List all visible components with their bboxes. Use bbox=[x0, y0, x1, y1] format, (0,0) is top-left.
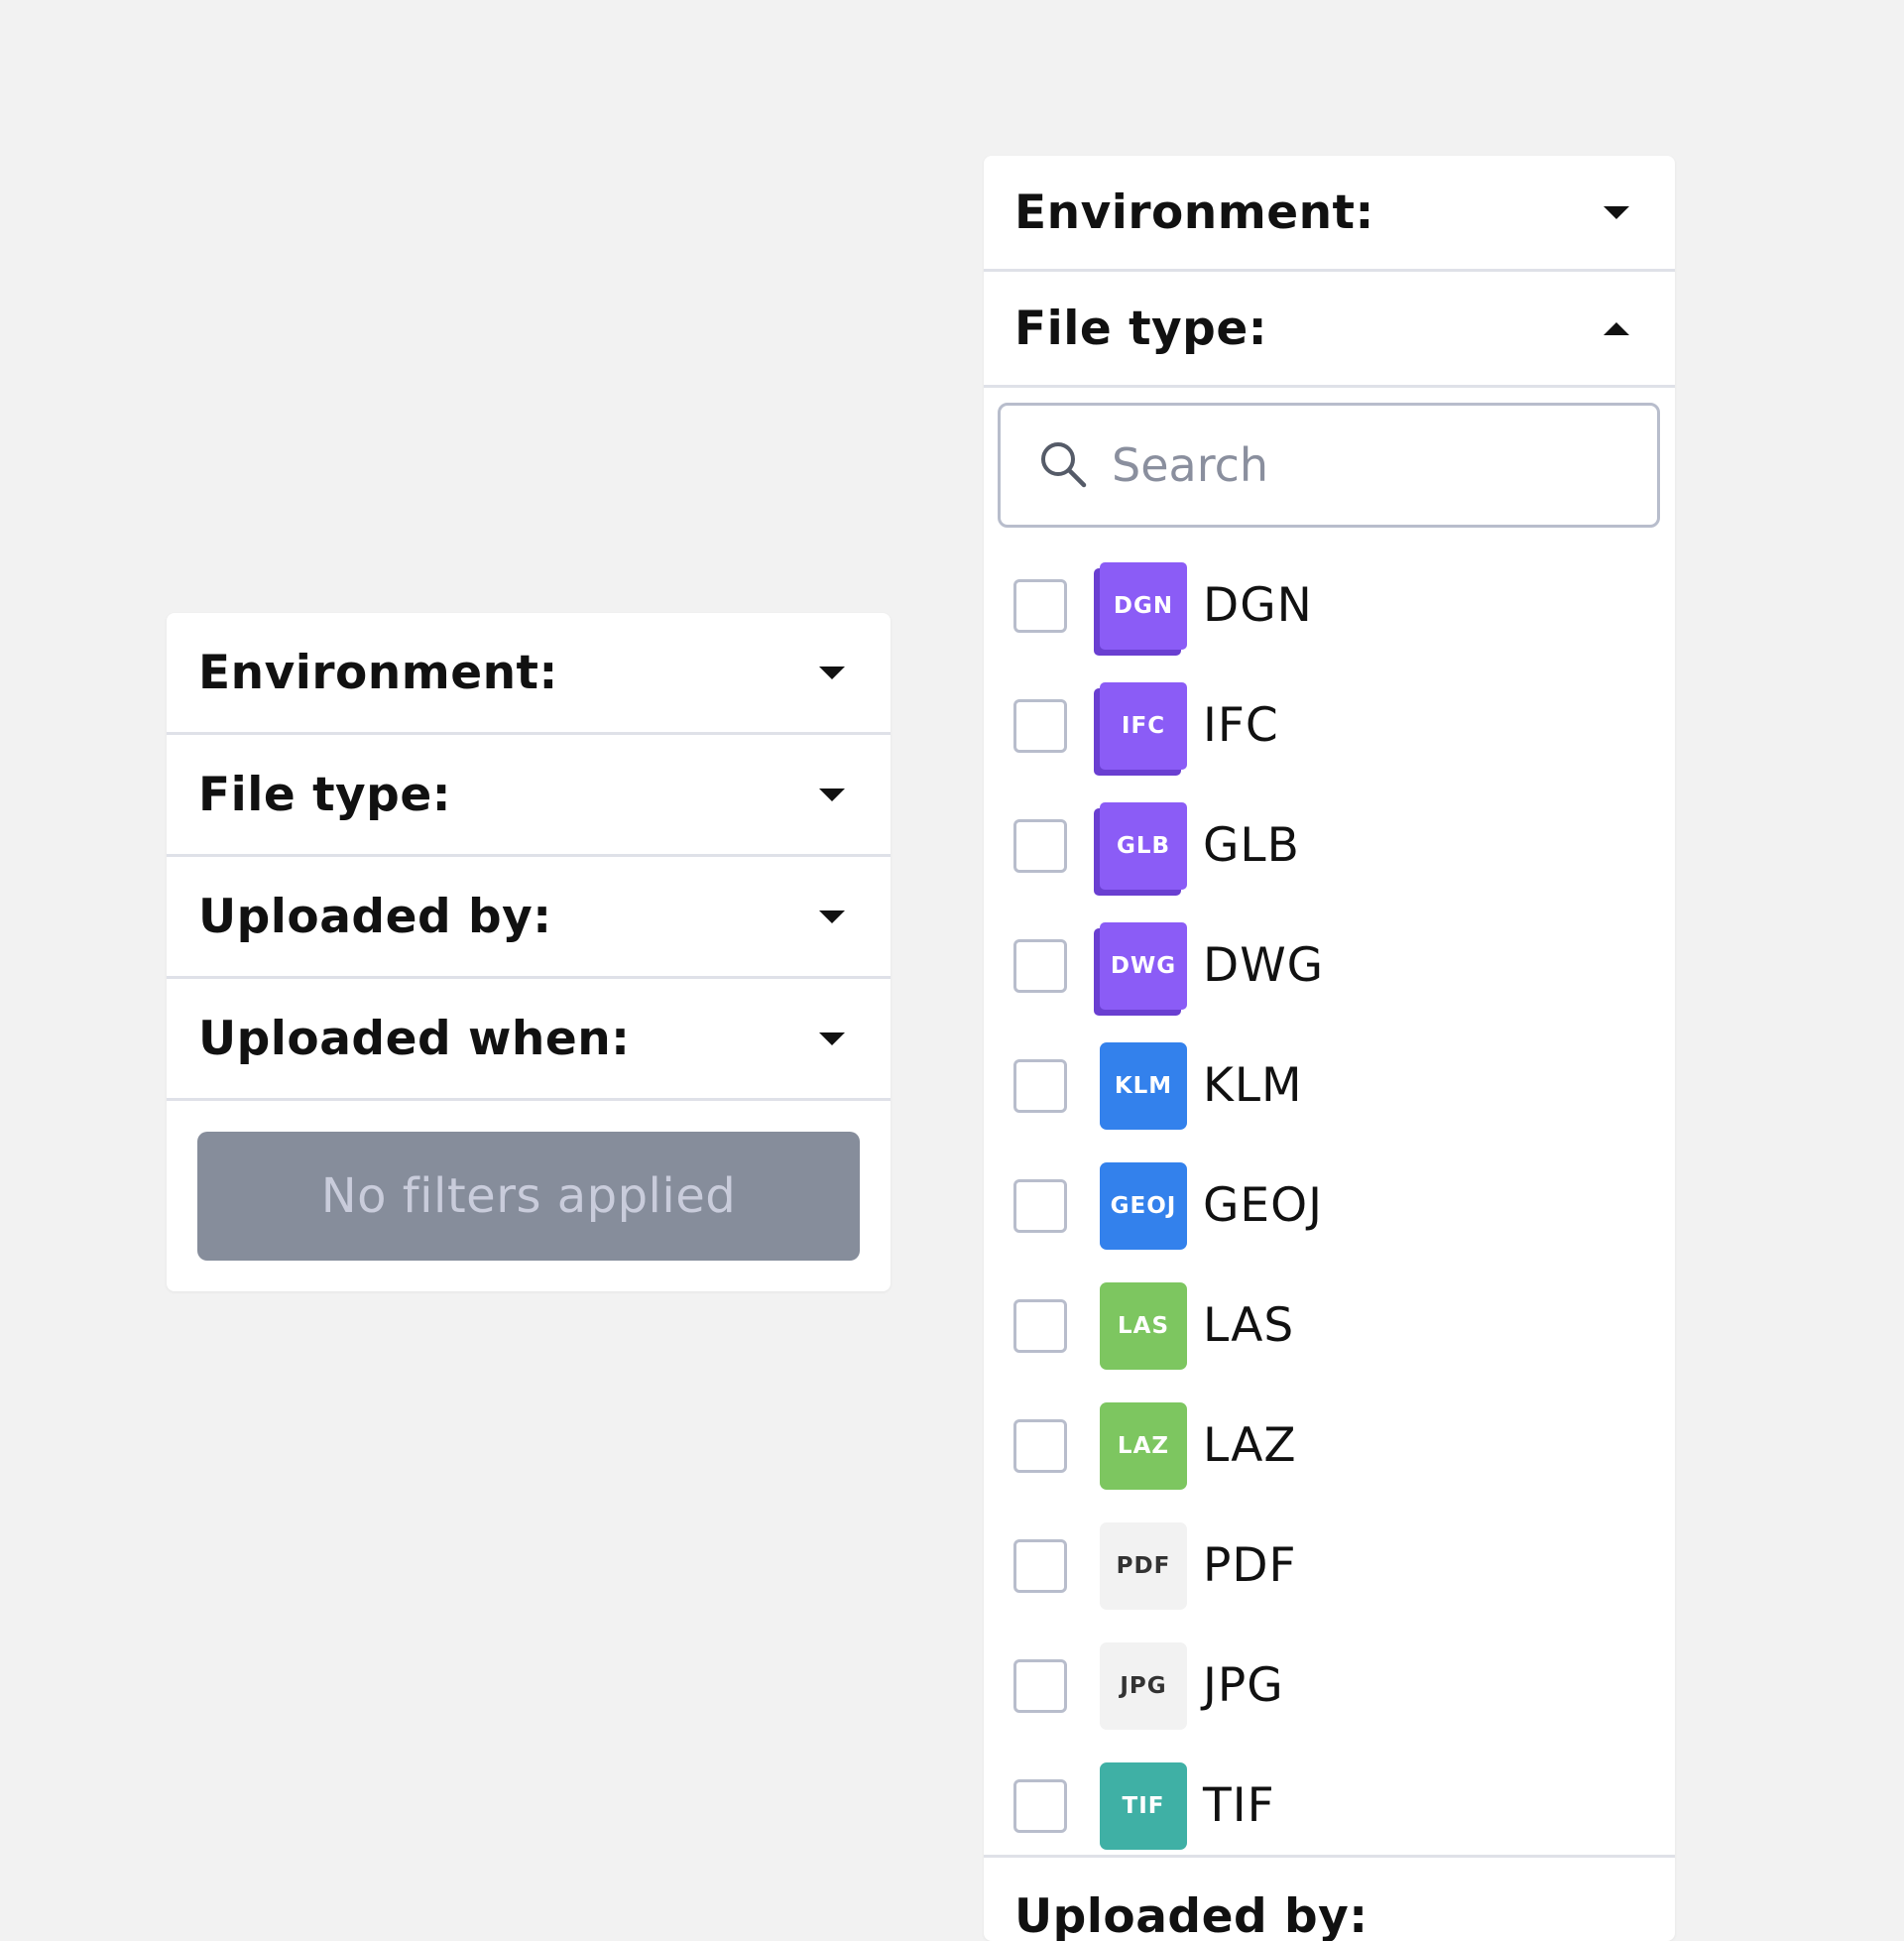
checkbox[interactable] bbox=[1013, 1538, 1067, 1593]
file-type-icon: IFC bbox=[1100, 681, 1187, 770]
file-type-icon: DWG bbox=[1100, 921, 1187, 1010]
file-type-label: DGN bbox=[1203, 578, 1313, 633]
file-type-label: TIF bbox=[1203, 1778, 1275, 1833]
chevron-down-icon bbox=[819, 788, 845, 801]
file-type-item-dgn[interactable]: DGN DGN bbox=[984, 546, 1675, 666]
file-type-label: DWG bbox=[1203, 938, 1325, 993]
filter-label: Uploaded when: bbox=[198, 1011, 631, 1066]
file-type-label: LAS bbox=[1203, 1298, 1295, 1353]
file-type-label: PDF bbox=[1203, 1538, 1297, 1593]
checkbox[interactable] bbox=[1013, 1058, 1067, 1113]
search-input[interactable] bbox=[1110, 437, 1629, 493]
filter-panel-collapsed: Environment: File type: Uploaded by: Upl… bbox=[167, 613, 891, 1291]
checkbox[interactable] bbox=[1013, 698, 1067, 753]
file-type-icon: LAZ bbox=[1100, 1401, 1187, 1490]
filter-file-type[interactable]: File type: bbox=[984, 272, 1675, 388]
chevron-up-icon bbox=[1604, 321, 1629, 335]
filter-environment[interactable]: Environment: bbox=[167, 613, 891, 735]
file-type-item-las[interactable]: LAS LAS bbox=[984, 1266, 1675, 1386]
chevron-down-icon bbox=[1604, 205, 1629, 219]
filter-environment[interactable]: Environment: bbox=[984, 156, 1675, 272]
file-type-item-geoj[interactable]: GEOJ GEOJ bbox=[984, 1146, 1675, 1266]
file-type-item-laz[interactable]: LAZ LAZ bbox=[984, 1386, 1675, 1506]
filter-label: Uploaded by: bbox=[198, 889, 552, 944]
file-type-item-glb[interactable]: GLB GLB bbox=[984, 786, 1675, 906]
file-type-icon: KLM bbox=[1100, 1041, 1187, 1130]
checkbox[interactable] bbox=[1013, 578, 1067, 633]
file-type-label: JPG bbox=[1203, 1658, 1284, 1713]
filter-label: Environment: bbox=[1014, 184, 1374, 240]
file-type-label: KLM bbox=[1203, 1058, 1303, 1113]
file-type-icon: JPG bbox=[1100, 1641, 1187, 1730]
file-type-item-pdf[interactable]: PDF PDF bbox=[984, 1506, 1675, 1626]
search-field[interactable] bbox=[998, 403, 1660, 528]
filter-uploaded-by-label[interactable]: Uploaded by: bbox=[1014, 1889, 1368, 1941]
chevron-down-icon bbox=[819, 910, 845, 923]
chevron-down-icon bbox=[819, 666, 845, 679]
no-filters-button: No filters applied bbox=[197, 1132, 860, 1261]
checkbox[interactable] bbox=[1013, 818, 1067, 873]
checkbox[interactable] bbox=[1013, 1298, 1067, 1353]
filter-label: File type: bbox=[198, 767, 451, 822]
search-icon bbox=[1041, 442, 1087, 488]
filter-uploaded-by[interactable]: Uploaded by: bbox=[167, 857, 891, 979]
chevron-down-icon bbox=[819, 1031, 845, 1045]
filter-label: Environment: bbox=[198, 645, 558, 700]
file-type-item-jpg[interactable]: JPG JPG bbox=[984, 1626, 1675, 1746]
checkbox[interactable] bbox=[1013, 1178, 1067, 1233]
file-type-label: LAZ bbox=[1203, 1418, 1297, 1473]
filter-label: File type: bbox=[1014, 301, 1267, 356]
file-type-item-dwg[interactable]: DWG DWG bbox=[984, 906, 1675, 1026]
file-type-item-tif[interactable]: TIF TIF bbox=[984, 1746, 1675, 1866]
filter-panel-expanded: Environment: File type: DGNDGNIFCIFCGLBG… bbox=[984, 156, 1675, 1941]
checkbox[interactable] bbox=[1013, 1658, 1067, 1713]
file-type-item-ifc[interactable]: IFC IFC bbox=[984, 666, 1675, 786]
checkbox[interactable] bbox=[1013, 938, 1067, 993]
file-type-label: GEOJ bbox=[1203, 1178, 1323, 1233]
file-type-icon: TIF bbox=[1100, 1761, 1187, 1850]
file-type-icon: LAS bbox=[1100, 1281, 1187, 1370]
file-type-icon: GLB bbox=[1100, 801, 1187, 890]
file-type-label: GLB bbox=[1203, 818, 1300, 873]
file-type-icon: GEOJ bbox=[1100, 1161, 1187, 1250]
filter-file-type[interactable]: File type: bbox=[167, 735, 891, 857]
file-type-label: IFC bbox=[1203, 698, 1279, 753]
filter-uploaded-when[interactable]: Uploaded when: bbox=[167, 979, 891, 1101]
file-type-icon: PDF bbox=[1100, 1521, 1187, 1610]
file-type-icon: DGN bbox=[1100, 561, 1187, 650]
file-type-list: DGN DGN IFC IFC GLB GLB DWG DWG KLM KLM GEOJ GEOJ LA… bbox=[984, 546, 1675, 1866]
checkbox[interactable] bbox=[1013, 1418, 1067, 1473]
file-type-item-klm[interactable]: KLM KLM bbox=[984, 1026, 1675, 1146]
checkbox[interactable] bbox=[1013, 1778, 1067, 1833]
divider bbox=[984, 1855, 1675, 1858]
